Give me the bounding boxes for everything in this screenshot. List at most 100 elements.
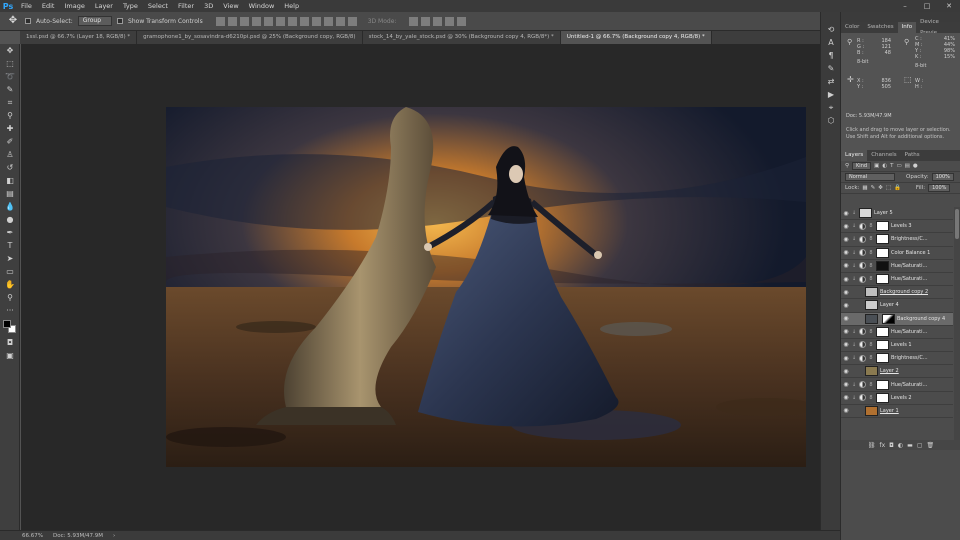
status-arrow-icon[interactable]: › (113, 533, 115, 539)
layer-mask-thumbnail[interactable] (876, 392, 889, 403)
filter-type-icon[interactable]: T (890, 163, 893, 169)
eraser-tool-icon[interactable]: ◧ (2, 175, 18, 187)
mask-link-icon[interactable]: 8 (868, 342, 874, 348)
visibility-eye-icon[interactable]: ◉ (841, 223, 851, 230)
distribute-left-icon[interactable] (323, 16, 333, 26)
layer-row[interactable]: ◉ Layer 4 (841, 299, 953, 313)
properties-icon[interactable]: ⇄ (825, 77, 837, 87)
3d-roll-icon[interactable] (421, 16, 431, 26)
auto-select-dropdown[interactable]: Group (77, 16, 113, 26)
adjustments-icon[interactable]: ⌖ (825, 103, 837, 113)
link-layers-icon[interactable]: ⛓ (868, 442, 876, 449)
layer-row[interactable]: ◉ ↓ 8 Brightness/C... (841, 233, 953, 247)
layer-row[interactable]: ◉ ↓ 8 Hue/Saturati... (841, 326, 953, 339)
align-vcenter-icon[interactable] (227, 16, 237, 26)
brush-tool-icon[interactable]: ✐ (2, 136, 18, 148)
menu-file[interactable]: File (16, 0, 37, 12)
move-tool-icon[interactable]: ✥ (2, 45, 18, 57)
3d-icon[interactable]: ⬡ (825, 116, 837, 126)
paragraph-icon[interactable]: ¶ (825, 51, 837, 61)
fill-input[interactable]: 100% (928, 184, 951, 192)
visibility-eye-icon[interactable]: ◉ (841, 355, 851, 362)
visibility-eye-icon[interactable]: ◉ (841, 315, 851, 322)
blur-tool-icon[interactable]: 💧 (2, 201, 18, 213)
layer-row[interactable]: ◉ ↓ 8 Hue/Saturati... (841, 378, 953, 392)
3d-slide-icon[interactable] (445, 16, 455, 26)
mask-link-icon[interactable]: 8 (868, 382, 874, 388)
filter-shape-icon[interactable]: ▭ (896, 163, 901, 169)
adjustment-layer-icon[interactable] (859, 328, 866, 336)
layers-scroll-thumb[interactable] (955, 209, 959, 239)
panel-tab-channels[interactable]: Channels (867, 150, 900, 161)
visibility-eye-icon[interactable]: ◉ (841, 262, 851, 269)
eyedropper-tool-icon[interactable]: ⚲ (2, 110, 18, 122)
layer-mask-thumbnail[interactable] (876, 339, 889, 350)
actions-icon[interactable]: ▶ (825, 90, 837, 100)
visibility-eye-icon[interactable]: ◉ (841, 210, 851, 217)
layer-row[interactable]: ◉ ↓ 8 Brightness/C... (841, 352, 953, 366)
layer-thumbnail[interactable] (865, 287, 878, 298)
menu-image[interactable]: Image (59, 0, 89, 12)
layer-row[interactable]: ◉ ↓ Layer 5 (841, 207, 953, 221)
filter-adjust-icon[interactable]: ◐ (882, 163, 887, 169)
layer-row[interactable]: ◉ ↓ 8 Levels 1 (841, 339, 953, 353)
lock-all-icon[interactable]: 🔒 (894, 185, 901, 191)
align-top-icon[interactable] (215, 16, 225, 26)
menu-type[interactable]: Type (118, 0, 143, 12)
minimize-icon[interactable]: – (894, 0, 916, 12)
quick-mask-icon[interactable]: ◘ (2, 337, 18, 349)
layer-name[interactable]: Levels 1 (891, 342, 912, 348)
foreground-color-swatch[interactable] (3, 320, 11, 328)
layer-name[interactable]: Background copy 2 (880, 289, 928, 295)
visibility-eye-icon[interactable]: ◉ (841, 289, 851, 296)
layer-thumbnail[interactable] (865, 366, 878, 377)
visibility-eye-icon[interactable]: ◉ (841, 236, 851, 243)
align-left-icon[interactable] (251, 16, 261, 26)
filter-smart-icon[interactable]: ▤ (905, 163, 910, 169)
distribute-right-icon[interactable] (347, 16, 357, 26)
auto-select-checkbox[interactable] (25, 18, 31, 24)
adjustment-layer-icon[interactable] (859, 341, 866, 349)
layer-row[interactable]: ◉ Background copy 4 (841, 312, 953, 326)
pen-tool-icon[interactable]: ✒ (2, 227, 18, 239)
lock-image-icon[interactable]: ✎ (871, 185, 876, 191)
adjustment-layer-icon[interactable] (859, 262, 866, 270)
document-tab[interactable]: gramophone1_by_sosavindra-d6210pi.psd @ … (137, 31, 363, 44)
artwork-canvas[interactable] (166, 107, 806, 467)
layer-mask-thumbnail[interactable] (876, 353, 889, 364)
add-mask-icon[interactable]: ◘ (889, 442, 894, 449)
layer-row[interactable]: ◉ Background copy 2 (841, 286, 953, 300)
mask-link-icon[interactable]: 8 (868, 236, 874, 242)
layer-name[interactable]: Brightness/C... (891, 355, 928, 361)
menu-window[interactable]: Window (244, 0, 280, 12)
layer-mask-thumbnail[interactable] (876, 379, 889, 390)
visibility-eye-icon[interactable]: ◉ (841, 328, 851, 335)
adjustment-icon[interactable]: ◐ (898, 442, 903, 449)
adjustment-layer-icon[interactable] (859, 381, 866, 389)
visibility-eye-icon[interactable]: ◉ (841, 407, 851, 414)
layer-row[interactable]: ◉ Layer 1 (841, 405, 953, 418)
layer-mask-thumbnail[interactable] (876, 326, 889, 337)
menu-layer[interactable]: Layer (90, 0, 118, 12)
fx-icon[interactable]: fx (879, 442, 885, 449)
layer-name[interactable]: Background copy 4 (897, 316, 945, 322)
adjustment-layer-icon[interactable] (859, 235, 866, 243)
layer-name[interactable]: Hue/Saturati... (891, 329, 927, 335)
layer-mask-thumbnail[interactable] (876, 274, 889, 285)
adjustment-layer-icon[interactable] (859, 222, 866, 230)
filter-toggle-icon[interactable]: ● (913, 163, 918, 169)
layer-row[interactable]: ◉ ↓ 8 Levels 2 (841, 392, 953, 405)
document-tab[interactable]: Untitled-1 @ 66.7% (Background copy 4, R… (560, 31, 712, 44)
3d-pan-icon[interactable] (433, 16, 443, 26)
layer-name[interactable]: Layer 2 (880, 368, 899, 374)
trash-icon[interactable]: 🗑 (927, 442, 935, 449)
panel-tab-swatches[interactable]: Swatches (863, 22, 897, 33)
layer-mask-thumbnail[interactable] (882, 313, 895, 324)
mask-link-icon[interactable]: 8 (868, 263, 874, 269)
path-select-tool-icon[interactable]: ➤ (2, 253, 18, 265)
adjustment-layer-icon[interactable] (859, 354, 866, 362)
mask-link-icon[interactable]: 8 (868, 276, 874, 282)
visibility-eye-icon[interactable]: ◉ (841, 381, 851, 388)
history-icon[interactable]: ⟲ (825, 25, 837, 35)
mask-link-icon[interactable]: 8 (868, 395, 874, 401)
